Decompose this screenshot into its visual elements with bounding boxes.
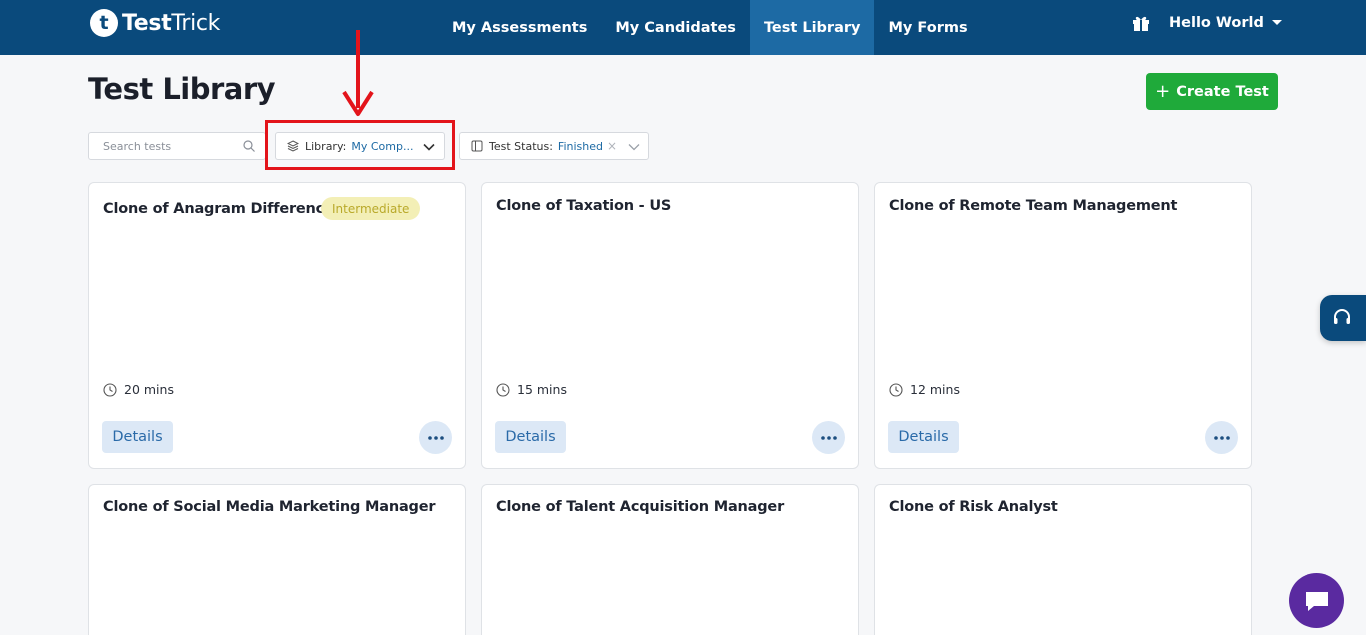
status-filter-label: Test Status: (489, 139, 553, 153)
clock-icon (103, 382, 117, 397)
test-card[interactable]: Clone of Social Media Marketing Manager (88, 484, 466, 635)
support-button[interactable] (1320, 295, 1366, 341)
chat-icon (1305, 591, 1328, 611)
create-test-label: Create Test (1176, 83, 1269, 100)
test-duration: 12 mins (889, 382, 960, 397)
top-navbar: t TestTrick My Assessments My Candidates… (0, 0, 1366, 55)
test-card-title: Clone of Anagram Difference (103, 201, 334, 217)
more-options-button[interactable] (812, 421, 845, 454)
clock-icon (889, 382, 903, 397)
search-icon[interactable] (243, 140, 255, 152)
chevron-down-icon (628, 144, 640, 151)
plus-icon: + (1155, 81, 1171, 102)
brand-name-bold: Test (122, 10, 172, 36)
test-card-title: Clone of Talent Acquisition Manager (496, 499, 785, 515)
caret-down-icon (1271, 20, 1282, 25)
test-duration: 15 mins (496, 382, 567, 397)
more-options-button[interactable] (419, 421, 452, 454)
brand-name: TestTrick (122, 11, 220, 36)
create-test-button[interactable]: + Create Test (1146, 73, 1278, 110)
annotation-highlight-box (265, 120, 455, 170)
nav-my-assessments[interactable]: My Assessments (438, 0, 601, 55)
status-filter-dropdown[interactable]: Test Status: Finished × (459, 132, 649, 160)
test-duration: 20 mins (103, 382, 174, 397)
test-card[interactable]: Clone of Remote Team Management 12 mins … (874, 182, 1252, 469)
duration-text: 20 mins (124, 382, 174, 397)
test-card-title: Clone of Remote Team Management (889, 198, 1178, 214)
more-dots-icon (1213, 435, 1230, 440)
brand-name-light: Trick (171, 10, 221, 36)
more-dots-icon (820, 435, 837, 440)
status-icon (471, 140, 483, 152)
test-card[interactable]: Clone of Anagram Difference Intermediate… (88, 182, 466, 469)
test-card-title: Clone of Social Media Marketing Manager (103, 499, 436, 515)
details-button[interactable]: Details (102, 421, 173, 453)
details-button[interactable]: Details (888, 421, 959, 453)
status-filter-value: Finished (557, 139, 603, 153)
difficulty-badge: Intermediate (321, 197, 421, 220)
headset-icon (1334, 309, 1350, 324)
test-card[interactable]: Clone of Talent Acquisition Manager (481, 484, 859, 635)
brand-logo[interactable]: t TestTrick (90, 9, 220, 37)
duration-text: 12 mins (910, 382, 960, 397)
annotation-arrow-icon (342, 30, 374, 116)
test-card-title: Clone of Taxation - US (496, 198, 672, 214)
search-input[interactable] (89, 133, 239, 159)
more-options-button[interactable] (1205, 421, 1238, 454)
chat-button[interactable] (1289, 573, 1344, 628)
nav-test-library[interactable]: Test Library (749, 0, 875, 55)
more-dots-icon (427, 435, 444, 440)
search-box (88, 132, 266, 160)
details-button[interactable]: Details (495, 421, 566, 453)
test-card[interactable]: Clone of Risk Analyst (874, 484, 1252, 635)
brand-logo-mark: t (90, 9, 118, 37)
user-menu[interactable]: Hello World (1169, 0, 1282, 45)
test-card[interactable]: Clone of Taxation - US 15 mins Details (481, 182, 859, 469)
page-title: Test Library (88, 72, 276, 106)
clear-icon[interactable]: × (607, 139, 617, 153)
gift-icon[interactable] (1131, 13, 1151, 33)
duration-text: 15 mins (517, 382, 567, 397)
nav-my-forms[interactable]: My Forms (874, 0, 981, 55)
nav-my-candidates[interactable]: My Candidates (601, 0, 750, 55)
user-name: Hello World (1169, 14, 1264, 31)
test-card-title: Clone of Risk Analyst (889, 499, 1058, 515)
nav-links: My Assessments My Candidates Test Librar… (438, 0, 982, 55)
clock-icon (496, 382, 510, 397)
